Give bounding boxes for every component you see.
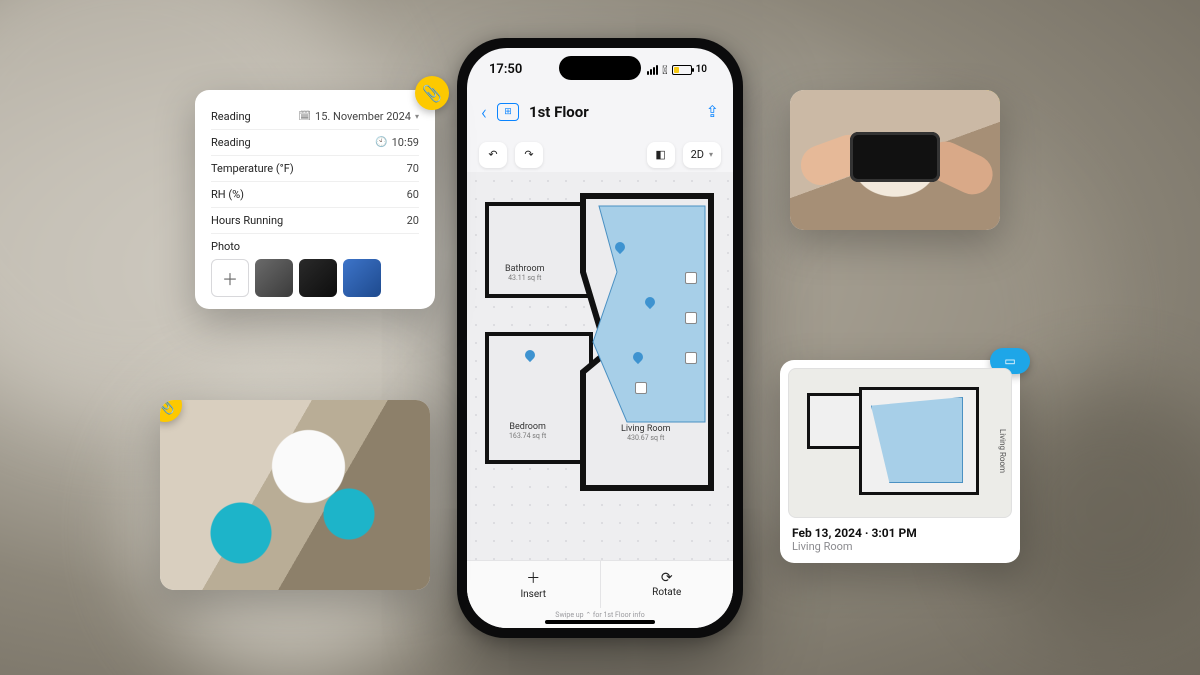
snapshot-side-label: Living Room — [998, 429, 1007, 473]
meter-photo-card[interactable]: 📎 — [790, 90, 1000, 230]
room-label-bedroom: Bedroom163.74 sq ft — [509, 422, 546, 441]
battery-icon — [672, 65, 692, 75]
reading-label: Temperature (°F) — [211, 162, 294, 175]
battery-percent: 10 — [696, 64, 707, 75]
equipment-icon[interactable] — [685, 272, 697, 284]
floorplan-canvas[interactable]: Bathroom43.11 sq ft Bedroom163.74 sq ft … — [467, 172, 733, 560]
equipment-icon[interactable] — [685, 352, 697, 364]
add-photo-button[interactable]: ＋ — [211, 259, 249, 297]
reading-label: RH (%) — [211, 188, 244, 201]
phone-frame: 17:50 􀙇 10 ‹ ⊞ 1st Floor ⇪ ↶ ↷ ◧ 2D ▾ — [457, 38, 743, 638]
reading-value[interactable]: 20 — [407, 214, 419, 227]
undo-button[interactable]: ↶ — [479, 142, 507, 168]
readings-card: 📎 Reading 🗓15. November 2024▾ Reading 🕙1… — [195, 90, 435, 309]
wifi-icon: 􀙇 — [662, 63, 667, 77]
redo-button[interactable]: ↷ — [515, 142, 543, 168]
status-time: 17:50 — [489, 62, 522, 77]
phone-screen: 17:50 􀙇 10 ‹ ⊞ 1st Floor ⇪ ↶ ↷ ◧ 2D ▾ — [467, 48, 733, 628]
snapshot-caption: Feb 13, 2024 · 3:01 PM Living Room — [788, 518, 1012, 553]
insert-label: Insert — [520, 589, 546, 600]
floorplan[interactable]: Bathroom43.11 sq ft Bedroom163.74 sq ft … — [485, 202, 715, 522]
reading-label: Hours Running — [211, 214, 283, 227]
rotate-icon: ⟳ — [661, 570, 673, 586]
reading-value[interactable]: 60 — [407, 188, 419, 201]
photo-thumbnail[interactable] — [255, 259, 293, 297]
snapshot-room: Living Room — [792, 540, 1008, 553]
reading-row: Hours Running 20 — [211, 208, 419, 234]
chevron-down-icon: ▾ — [709, 150, 713, 159]
reading-value[interactable]: 70 — [407, 162, 419, 175]
reading-row: Reading 🕙 10:59 — [211, 130, 419, 156]
reading-value[interactable]: 15. November 2024 — [315, 110, 411, 123]
bottom-toolbar: ＋ Insert ⟳ Rotate Swipe up ⌃ for 1st Flo… — [467, 560, 733, 628]
mini-floorplan — [807, 387, 997, 507]
hand-illustration — [795, 129, 874, 191]
clock-icon: 🕙 — [375, 137, 387, 148]
room-label-living: Living Room430.67 sq ft — [621, 424, 671, 443]
view-mode-toggle[interactable]: 2D ▾ — [683, 142, 721, 168]
status-indicators: 􀙇 10 — [647, 63, 707, 77]
calendar-icon: 🗓 — [298, 111, 311, 122]
meter-photo — [790, 90, 1000, 230]
dynamic-island — [559, 56, 641, 80]
equipment-icon[interactable] — [635, 382, 647, 394]
cellular-icon — [647, 65, 658, 75]
view-mode-label: 2D — [691, 148, 704, 161]
photo-section: Photo ＋ — [211, 240, 419, 297]
plus-icon: ＋ — [526, 568, 540, 588]
rotate-button[interactable]: ⟳ Rotate — [601, 561, 734, 608]
home-indicator[interactable] — [545, 620, 655, 624]
swipe-hint: Swipe up ⌃ for 1st Floor info — [467, 608, 733, 620]
equipment-icon[interactable] — [685, 312, 697, 324]
photo-thumbnail[interactable] — [299, 259, 337, 297]
layers-button[interactable]: ◧ — [647, 142, 675, 168]
snapshot-image: Living Room — [788, 368, 1012, 518]
snapshot-timestamp: Feb 13, 2024 · 3:01 PM — [792, 526, 1008, 540]
site-photo-card[interactable]: 📎 — [160, 400, 430, 590]
photo-label: Photo — [211, 240, 419, 253]
back-button[interactable]: ‹ — [481, 100, 487, 124]
reading-label: Reading — [211, 136, 251, 149]
chevron-down-icon: ▾ — [415, 112, 419, 121]
page-title: 1st Floor — [529, 103, 589, 121]
reading-value[interactable]: 10:59 — [392, 136, 419, 149]
room-living[interactable] — [577, 192, 717, 492]
snapshot-card[interactable]: ▭ Living Room Feb 13, 2024 · 3:01 PM Liv… — [780, 360, 1020, 563]
share-button[interactable]: ⇪ — [706, 102, 719, 121]
canvas-toolbar: ↶ ↷ ◧ 2D ▾ — [467, 138, 733, 172]
site-photo — [160, 400, 430, 590]
reading-row: Reading 🗓 15. November 2024 ▾ — [211, 104, 419, 130]
room-label-bathroom: Bathroom43.11 sq ft — [505, 264, 545, 283]
nav-bar: ‹ ⊞ 1st Floor ⇪ — [467, 92, 733, 132]
reading-label: Reading — [211, 110, 251, 123]
insert-button[interactable]: ＋ Insert — [467, 561, 601, 608]
hand-illustration — [919, 135, 999, 201]
floor-selector-icon[interactable]: ⊞ — [497, 103, 519, 121]
attachment-icon: 📎 — [415, 76, 449, 110]
photo-thumbnail[interactable] — [343, 259, 381, 297]
reading-row: RH (%) 60 — [211, 182, 419, 208]
reading-row: Temperature (°F) 70 — [211, 156, 419, 182]
rotate-label: Rotate — [652, 587, 681, 598]
